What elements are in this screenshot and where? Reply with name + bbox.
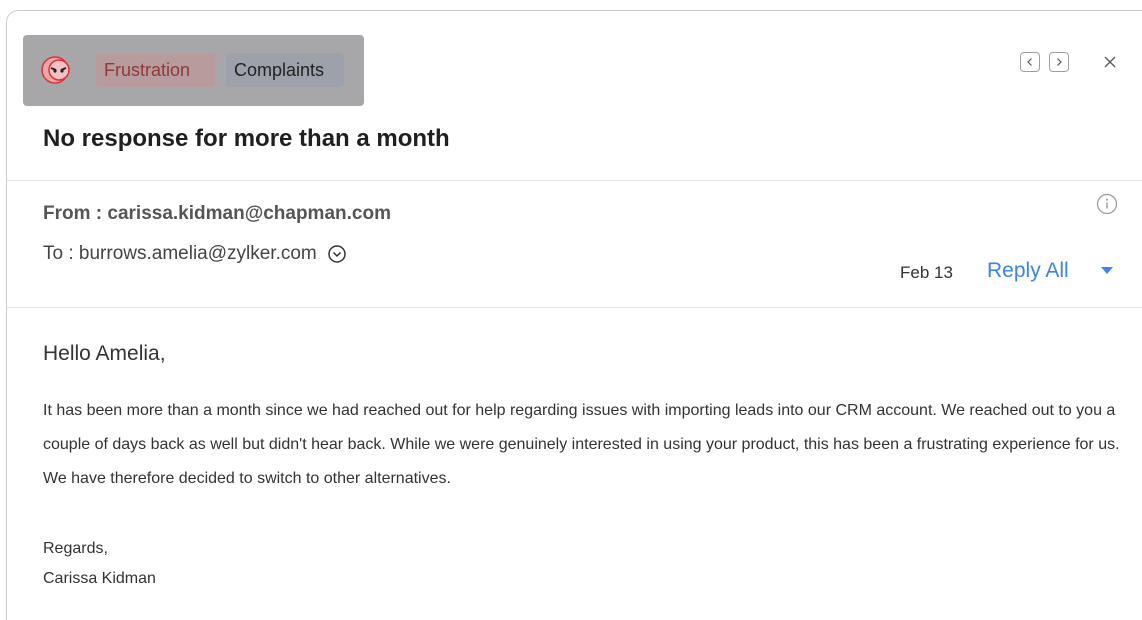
- body-divider: [7, 307, 1142, 308]
- header-divider: [7, 180, 1142, 181]
- email-signature: Regards, Carissa Kidman: [43, 534, 156, 594]
- expand-recipients-button[interactable]: [327, 244, 347, 264]
- chevron-down-circle-icon: [328, 245, 346, 263]
- sender-address: From : carissa.kidman@chapman.com: [43, 203, 391, 224]
- angry-face-icon: [41, 56, 70, 84]
- sender-name: Carissa Kidman: [43, 570, 156, 587]
- recipient-address: To : burrows.amelia@zylker.com: [43, 243, 317, 264]
- email-date: Feb 13: [900, 263, 953, 282]
- email-body: It has been more than a month since we h…: [43, 402, 1120, 487]
- previous-email-button[interactable]: [1020, 52, 1040, 72]
- chevron-right-icon: [1057, 58, 1062, 66]
- email-greeting: Hello Amelia,: [43, 342, 166, 365]
- tag-frustration[interactable]: Frustration: [96, 53, 215, 87]
- email-subject: No response for more than a month: [43, 125, 450, 152]
- next-email-button[interactable]: [1049, 52, 1069, 72]
- info-icon[interactable]: [1096, 193, 1118, 215]
- tag-complaints[interactable]: Complaints: [226, 53, 344, 87]
- email-closing: Regards,: [43, 540, 108, 557]
- close-icon: [1104, 56, 1116, 68]
- caret-down-icon[interactable]: [1100, 266, 1114, 276]
- close-button[interactable]: [1100, 52, 1120, 72]
- reply-all-button[interactable]: Reply All: [987, 259, 1069, 283]
- recipient-row: To : burrows.amelia@zylker.com: [43, 243, 347, 265]
- chevron-left-icon: [1027, 58, 1032, 66]
